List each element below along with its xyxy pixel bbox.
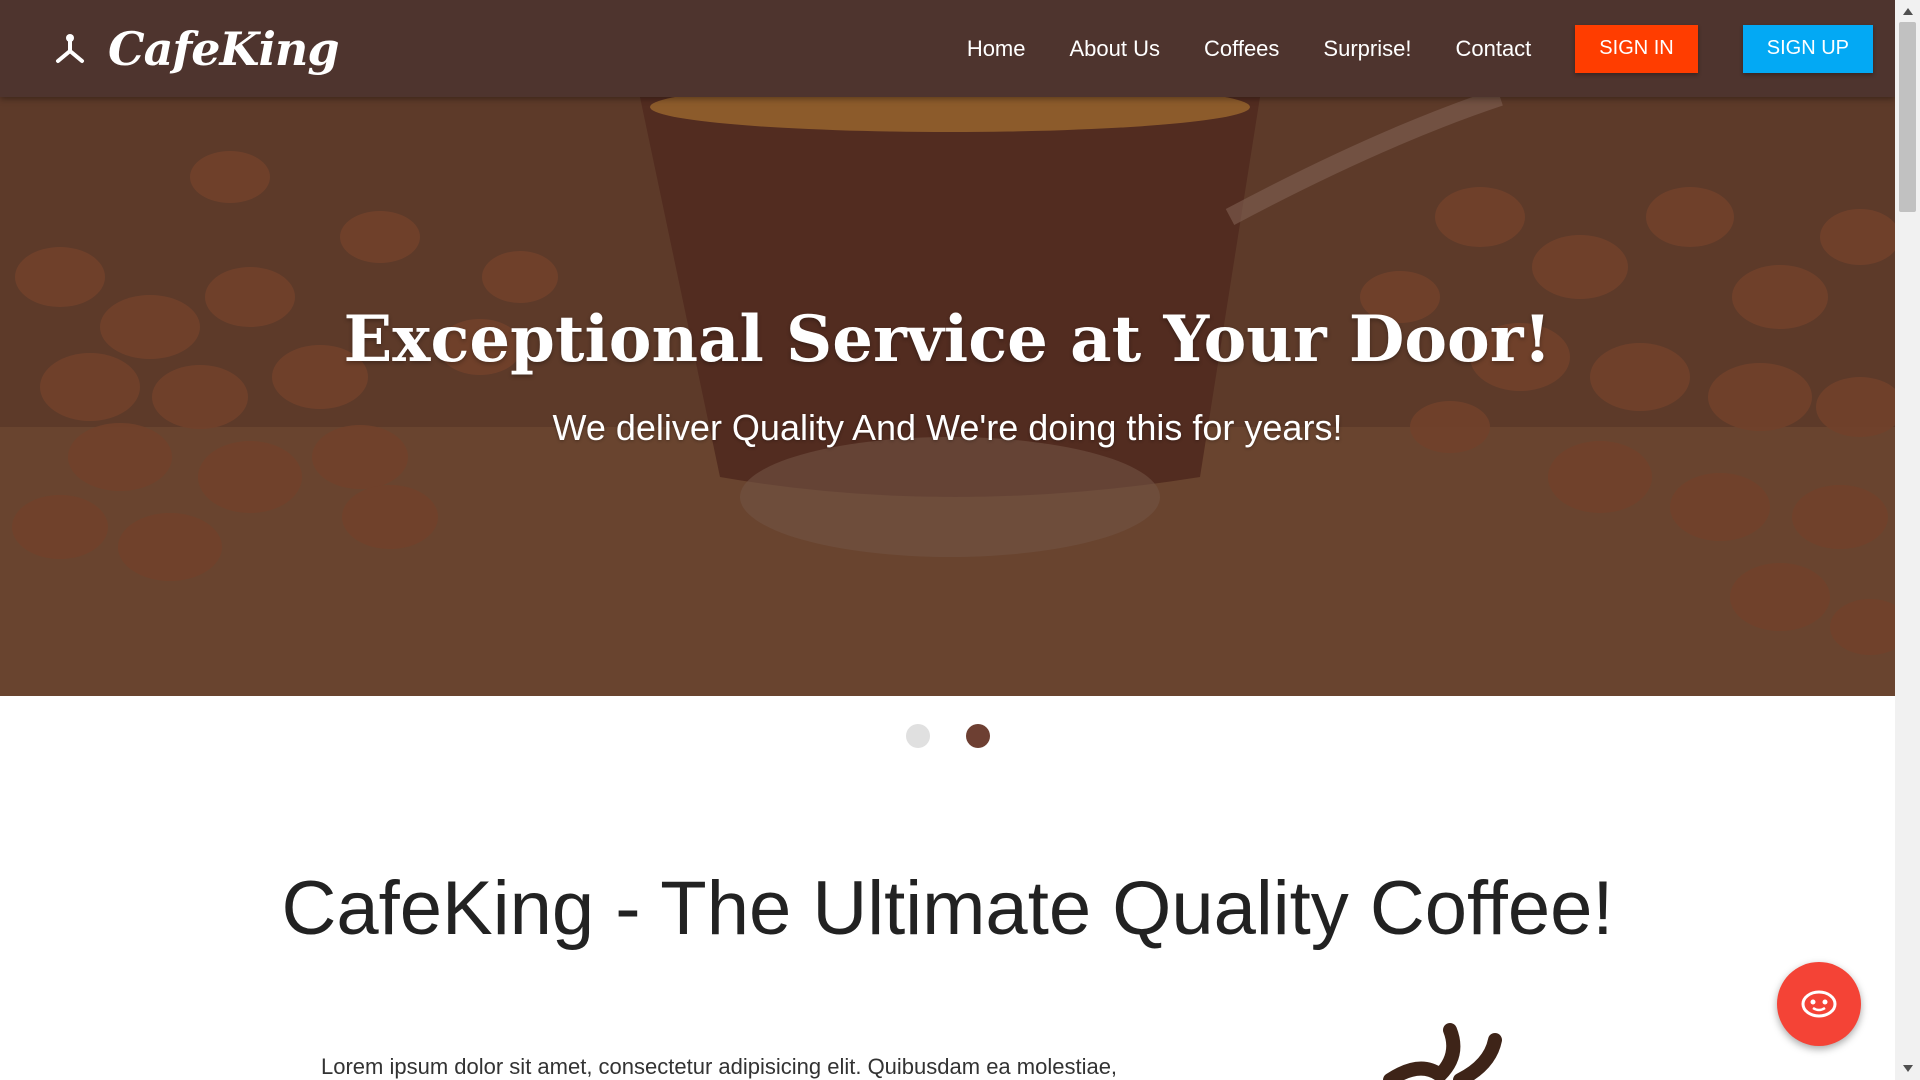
hero-title: Exceptional Service at Your Door! [343,302,1552,377]
scroll-up-arrow-icon[interactable] [1895,2,1920,20]
carousel-dot-2[interactable] [965,724,990,748]
coffee-tree-icon [56,33,84,63]
navbar: CafeKing Home About Us Coffees Surprise!… [0,0,1895,97]
scroll-down-arrow-icon[interactable] [1895,1060,1920,1078]
nav-link-contact[interactable]: Contact [1455,36,1531,62]
page: CafeKing Home About Us Coffees Surprise!… [0,0,1895,1080]
section-title: CafeKing - The Ultimate Quality Coffee! [281,866,1614,951]
scrollbar-thumb[interactable] [1899,22,1916,212]
nav-link-surprise[interactable]: Surprise! [1323,36,1411,62]
chat-face-icon [1801,990,1837,1018]
sign-up-button[interactable]: SIGN UP [1742,24,1873,73]
nav-link-home[interactable]: Home [967,36,1026,62]
nav-links: Home About Us Coffees Surprise! Contact … [945,24,1873,73]
chat-fab-button[interactable] [1777,962,1861,1046]
hero-slide: Exceptional Service at Your Door! We del… [0,97,1895,696]
page-scrollbar[interactable] [1895,0,1920,1080]
brand[interactable]: CafeKing [52,21,340,76]
carousel-dot-1[interactable] [905,724,930,748]
brand-name: CafeKing [108,21,340,76]
coffee-steam-icon [1383,1023,1502,1080]
nav-link-coffees[interactable]: Coffees [1204,36,1279,62]
carousel-indicators [0,724,1895,748]
hero-subtitle: We deliver Quality And We're doing this … [552,407,1343,448]
nav-link-about-us[interactable]: About Us [1070,36,1161,62]
sign-in-button[interactable]: SIGN IN [1575,24,1698,73]
section-paragraph: Lorem ipsum dolor sit amet, consectetur … [321,1054,1118,1079]
hero-overlay [0,97,1895,696]
